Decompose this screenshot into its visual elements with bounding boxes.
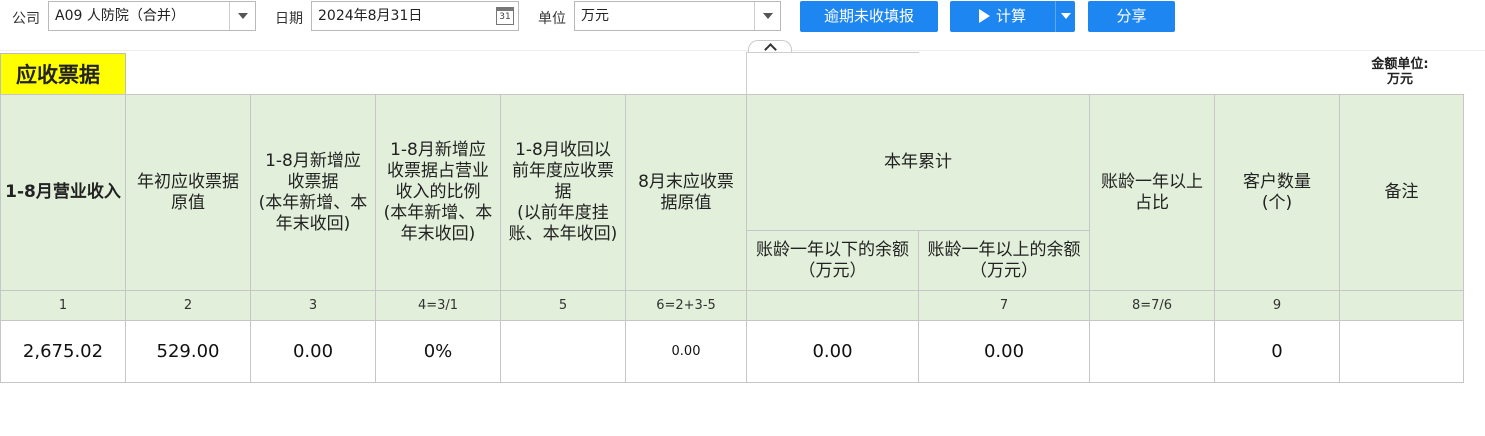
date-label: 日期	[275, 11, 303, 27]
toolbar-divider	[0, 50, 1485, 51]
play-icon	[978, 9, 990, 23]
report-title: 应收票据	[0, 53, 126, 95]
index-cell: 7	[919, 291, 1090, 321]
unit-note: 金额单位: 万元	[1355, 57, 1445, 87]
header-recovered-notes-text: 1-8月收回以前年度应收票据 (以前年度挂账、本年收回)	[508, 140, 618, 244]
header-recovered-notes: 1-8月收回以前年度应收票据 (以前年度挂账、本年收回)	[501, 95, 626, 291]
overdue-report-button[interactable]: 逾期未收填报	[800, 1, 938, 32]
share-button-label: 分享	[1116, 7, 1147, 25]
overdue-report-button-label: 逾期未收填报	[823, 7, 914, 25]
share-button[interactable]: 分享	[1088, 1, 1175, 32]
index-cell: 6=2+3-5	[626, 291, 747, 321]
date-picker-value: 2024年8月31日	[318, 8, 423, 24]
header-new-notes-ratio-text: 1-8月新增应收票据占营业收入的比例 (本年新增、本年末收回)	[383, 140, 493, 244]
unit-note-label: 金额单位:	[1371, 57, 1429, 72]
unit-select-value: 万元	[581, 8, 609, 24]
data-cell[interactable]: 0	[1215, 321, 1340, 383]
calendar-icon[interactable]: 31	[496, 7, 514, 25]
data-cell[interactable]: 0%	[376, 321, 501, 383]
data-cell[interactable]: 529.00	[126, 321, 251, 383]
header-aging-over-1y: 账龄一年以上的余额（万元）	[919, 231, 1090, 291]
header-new-notes-ratio: 1-8月新增应收票据占营业收入的比例 (本年新增、本年末收回)	[376, 95, 501, 291]
unit-label: 单位	[538, 11, 566, 27]
header-aging-under-1y: 账龄一年以下的余额（万元）	[747, 231, 919, 291]
data-cell[interactable]: 0.00	[251, 321, 376, 383]
data-cell[interactable]: 0.00	[919, 321, 1090, 383]
toolbar: 公司 A09 人防院（合并） 日期 2024年8月31日 31 单位 万元 逾期…	[0, 0, 1485, 36]
header-new-notes: 1-8月新增应收票据 (本年新增、本年末收回)	[251, 95, 376, 291]
index-cell: 3	[251, 291, 376, 321]
header-remarks: 备注	[1340, 95, 1464, 291]
index-cell: 1	[1, 291, 126, 321]
chevron-down-icon[interactable]	[229, 2, 255, 30]
index-cell: 2	[126, 291, 251, 321]
company-select-value: A09 人防院（合并）	[55, 8, 185, 24]
chevron-down-icon[interactable]	[1055, 1, 1075, 32]
header-revenue: 1-8月营业收入	[1, 95, 126, 291]
data-cell[interactable]: 2,675.02	[1, 321, 126, 383]
header-ytd-group: 本年累计	[747, 95, 1090, 231]
index-cell: 4=3/1	[376, 291, 501, 321]
unit-select[interactable]: 万元	[574, 1, 781, 31]
header-closing-notes: 8月末应收票据原值	[626, 95, 747, 291]
index-cell: 5	[501, 291, 626, 321]
index-cell	[747, 291, 919, 321]
index-cell	[1340, 291, 1464, 321]
data-cell[interactable]	[501, 321, 626, 383]
collapse-toolbar-toggle[interactable]	[748, 40, 792, 52]
divider	[746, 52, 747, 95]
header-new-notes-text: 1-8月新增应收票据 (本年新增、本年末收回)	[258, 150, 368, 234]
index-cell: 9	[1215, 291, 1340, 321]
header-customer-count-text: 客户数量 (个)	[1243, 171, 1311, 213]
header-aging-ratio: 账龄一年以上占比	[1090, 95, 1215, 291]
data-cell[interactable]: 0.00	[747, 321, 919, 383]
divider	[746, 52, 919, 53]
header-opening-notes: 年初应收票据原值	[126, 95, 251, 291]
header-customer-count: 客户数量 (个)	[1215, 95, 1340, 291]
chevron-down-icon[interactable]	[754, 2, 780, 30]
data-cell[interactable]: 0.00	[626, 321, 747, 383]
calculate-button[interactable]: 计算	[950, 1, 1075, 32]
unit-note-value: 万元	[1386, 72, 1413, 87]
date-picker[interactable]: 2024年8月31日 31	[311, 1, 519, 31]
data-cell[interactable]	[1090, 321, 1215, 383]
company-label: 公司	[12, 11, 40, 27]
index-cell: 8=7/6	[1090, 291, 1215, 321]
company-select[interactable]: A09 人防院（合并）	[48, 1, 256, 31]
calculate-button-label: 计算	[995, 7, 1026, 25]
data-cell[interactable]	[1340, 321, 1464, 383]
